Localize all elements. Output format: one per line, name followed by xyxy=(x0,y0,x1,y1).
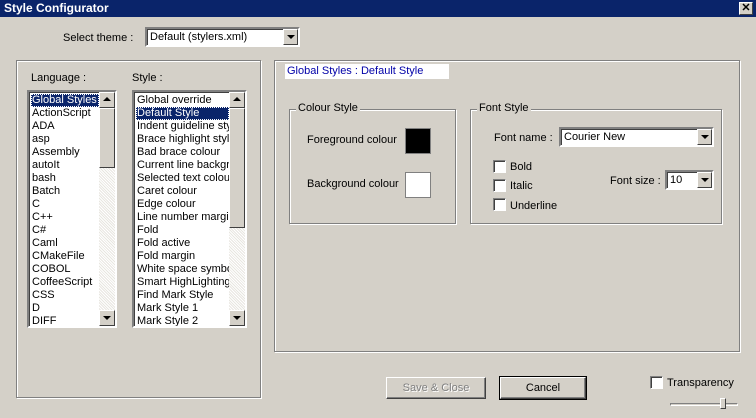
scroll-up-icon[interactable] xyxy=(99,92,115,108)
scroll-up-icon[interactable] xyxy=(229,92,245,108)
style-item[interactable]: White space symbol xyxy=(136,263,229,276)
underline-label: Underline xyxy=(510,200,558,212)
colour-style-group: Colour Style xyxy=(289,102,456,224)
style-item[interactable]: Fold xyxy=(136,224,229,237)
language-item[interactable]: Assembly xyxy=(31,146,99,159)
style-item[interactable]: Mark Style 1 xyxy=(136,302,229,315)
foreground-colour-label: Foreground colour xyxy=(307,134,397,146)
style-item[interactable]: Line number margin xyxy=(136,211,229,224)
language-item[interactable]: ADA xyxy=(31,120,99,133)
font-size-value: 10 xyxy=(670,174,683,186)
scroll-thumb[interactable] xyxy=(229,108,245,228)
style-item[interactable]: Global override xyxy=(136,94,229,107)
language-item[interactable]: C# xyxy=(31,224,99,237)
foreground-colour-swatch[interactable] xyxy=(405,128,431,154)
language-item[interactable]: COBOL xyxy=(31,263,99,276)
language-item[interactable]: CSS xyxy=(31,289,99,302)
font-style-title: Font Style xyxy=(477,102,531,114)
style-item[interactable]: Mark Style 2 xyxy=(136,315,229,326)
style-scrollbar[interactable] xyxy=(229,92,245,326)
style-list[interactable]: Global override Default Style Indent guide… xyxy=(132,90,247,328)
cancel-button[interactable]: Cancel xyxy=(499,376,587,400)
scroll-down-icon[interactable] xyxy=(229,310,245,326)
title-bar: Style Configurator ✕ xyxy=(0,0,756,17)
transparency-label: Transparency xyxy=(667,377,734,389)
style-header: Global Styles : Default Style xyxy=(285,64,449,79)
chevron-down-icon[interactable] xyxy=(283,29,298,45)
transparency-slider-track[interactable] xyxy=(670,403,738,406)
style-item[interactable]: Current line backgro xyxy=(136,159,229,172)
style-item[interactable]: Edge colour xyxy=(136,198,229,211)
style-item[interactable]: Fold active xyxy=(136,237,229,250)
chevron-down-icon[interactable] xyxy=(697,129,712,145)
style-label: Style : xyxy=(132,72,163,84)
language-item[interactable]: CoffeeScript xyxy=(31,276,99,289)
language-item[interactable]: Caml xyxy=(31,237,99,250)
colour-style-title: Colour Style xyxy=(296,102,360,114)
style-item[interactable]: Indent guideline sty xyxy=(136,120,229,133)
font-name-value: Courier New xyxy=(564,131,626,143)
font-size-label: Font size : xyxy=(610,175,661,187)
language-list[interactable]: Global Styles ActionScript ADA asp Assembly a… xyxy=(27,90,117,328)
transparency-checkbox[interactable] xyxy=(650,376,663,389)
style-item[interactable]: Bad brace colour xyxy=(136,146,229,159)
scroll-down-icon[interactable] xyxy=(99,310,115,326)
transparency-slider-thumb[interactable] xyxy=(719,398,726,409)
chevron-down-icon[interactable] xyxy=(697,172,712,188)
style-item[interactable]: Selected text colour xyxy=(136,172,229,185)
background-colour-label: Background colour xyxy=(307,178,399,190)
language-item[interactable]: DIFF xyxy=(31,315,99,326)
language-item[interactable]: CMakeFile xyxy=(31,250,99,263)
language-item[interactable]: Global Styles xyxy=(31,94,99,107)
font-size-select[interactable]: 10 xyxy=(665,170,714,190)
language-list-items: Global Styles ActionScript ADA asp Assembly a… xyxy=(31,94,99,326)
style-item[interactable]: Fold margin xyxy=(136,250,229,263)
language-label: Language : xyxy=(31,72,87,84)
italic-label: Italic xyxy=(510,180,533,192)
italic-checkbox[interactable] xyxy=(493,179,506,192)
language-item[interactable]: C++ xyxy=(31,211,99,224)
theme-select[interactable]: Default (stylers.xml) xyxy=(145,27,300,47)
style-item[interactable]: Smart HighLighting xyxy=(136,276,229,289)
language-item[interactable]: D xyxy=(31,302,99,315)
style-item[interactable]: Find Mark Style xyxy=(136,289,229,302)
save-close-button[interactable]: Save & Close xyxy=(386,377,486,399)
language-item[interactable]: asp xyxy=(31,133,99,146)
underline-checkbox[interactable] xyxy=(493,198,506,211)
style-list-items: Global override Default Style Indent guide… xyxy=(136,94,229,326)
style-item[interactable]: Brace highlight style xyxy=(136,133,229,146)
style-item[interactable]: Default Style xyxy=(136,107,229,120)
background-colour-swatch[interactable] xyxy=(405,172,431,198)
bold-checkbox[interactable] xyxy=(493,160,506,173)
font-name-select[interactable]: Courier New xyxy=(559,127,714,147)
scroll-thumb[interactable] xyxy=(99,108,115,168)
language-item[interactable]: bash xyxy=(31,172,99,185)
language-item[interactable]: C xyxy=(31,198,99,211)
select-theme-label: Select theme : xyxy=(63,32,134,44)
theme-select-value: Default (stylers.xml) xyxy=(150,31,248,43)
font-name-label: Font name : xyxy=(494,132,553,144)
close-icon[interactable]: ✕ xyxy=(739,2,753,15)
language-scrollbar[interactable] xyxy=(99,92,115,326)
window-title: Style Configurator xyxy=(4,1,109,15)
language-item[interactable]: autoIt xyxy=(31,159,99,172)
language-item[interactable]: Batch xyxy=(31,185,99,198)
language-item[interactable]: ActionScript xyxy=(31,107,99,120)
bold-label: Bold xyxy=(510,161,533,173)
style-item[interactable]: Caret colour xyxy=(136,185,229,198)
